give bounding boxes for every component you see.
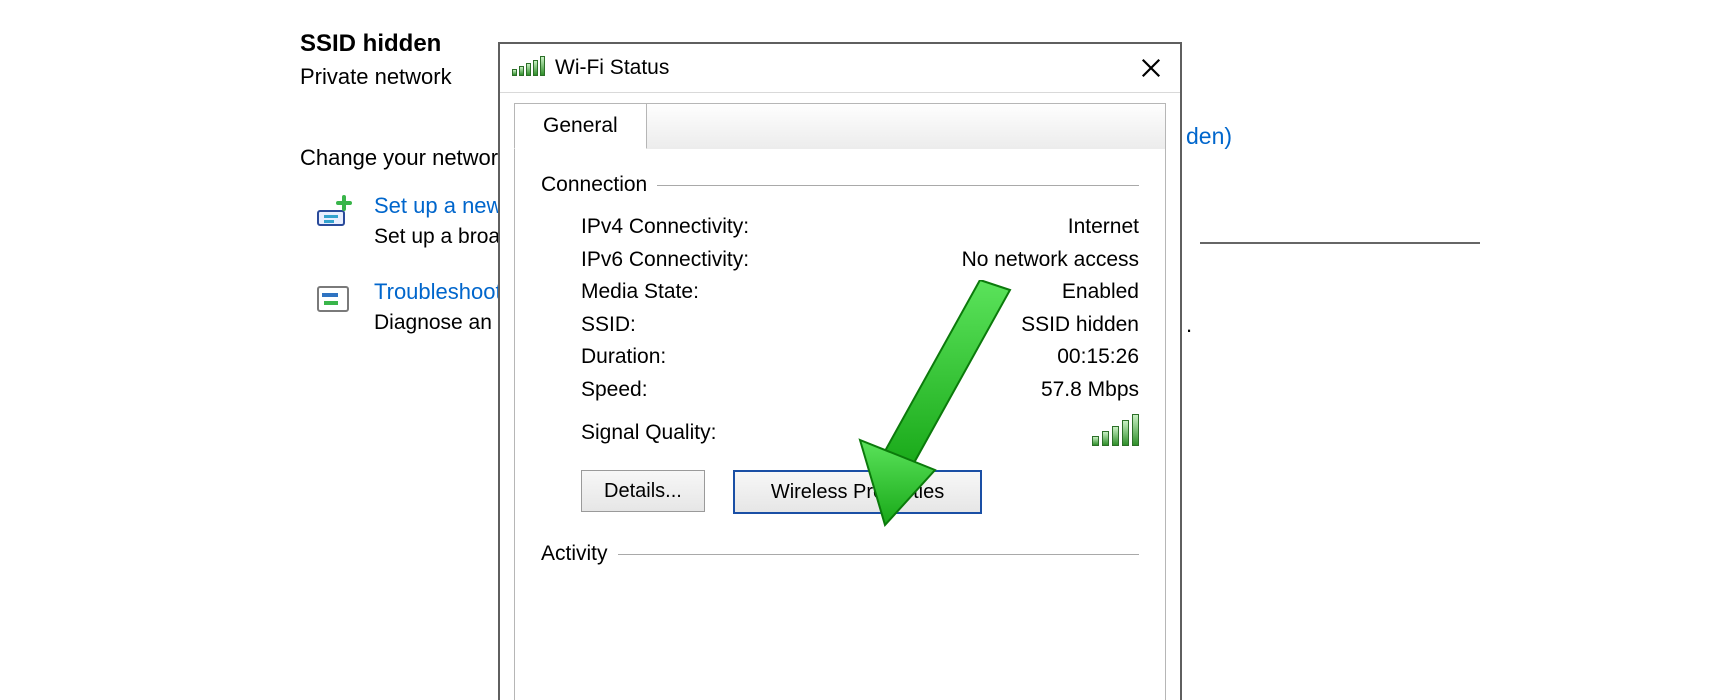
value-ipv4: Internet [1068, 211, 1139, 244]
group-connection-label: Connection [541, 173, 657, 197]
connections-link-tail[interactable]: den) [1186, 123, 1232, 150]
tab-general[interactable]: General [514, 103, 647, 149]
row-speed: Speed: 57.8 Mbps [541, 374, 1139, 407]
troubleshoot-desc: Diagnose an [374, 309, 502, 336]
value-media-state: Enabled [1062, 276, 1139, 309]
dialog-titlebar[interactable]: Wi-Fi Status [500, 44, 1180, 93]
label-ssid: SSID: [581, 309, 636, 342]
tab-strip: General [514, 103, 1166, 149]
value-duration: 00:15:26 [1057, 341, 1139, 374]
row-ipv6: IPv6 Connectivity: No network access [541, 244, 1139, 277]
value-speed: 57.8 Mbps [1041, 374, 1139, 407]
background-divider [1200, 242, 1480, 244]
setup-connection-icon [314, 195, 356, 236]
label-duration: Duration: [581, 341, 666, 374]
group-activity: Activity [541, 542, 1139, 566]
row-ssid: SSID: SSID hidden [541, 309, 1139, 342]
dialog-title: Wi-Fi Status [555, 56, 1124, 80]
background-text-tail: . [1186, 312, 1192, 338]
row-duration: Duration: 00:15:26 [541, 341, 1139, 374]
wifi-status-dialog: Wi-Fi Status General Connection IPv4 Con… [498, 42, 1182, 700]
label-ipv4: IPv4 Connectivity: [581, 211, 749, 244]
setup-connection-desc: Set up a broa [374, 223, 502, 250]
row-signal-quality: Signal Quality: [541, 414, 1139, 452]
row-media-state: Media State: Enabled [541, 276, 1139, 309]
group-connection: Connection [541, 173, 1139, 197]
signal-quality-indicator [1092, 414, 1139, 452]
details-button[interactable]: Details... [581, 470, 705, 512]
dialog-body: Connection IPv4 Connectivity: Internet I… [514, 149, 1166, 700]
label-signal-quality: Signal Quality: [581, 421, 716, 445]
group-activity-label: Activity [541, 542, 618, 566]
setup-connection-link[interactable]: Set up a new [374, 193, 502, 219]
close-icon [1140, 57, 1162, 79]
wireless-properties-button[interactable]: Wireless Properties [733, 470, 982, 514]
value-ssid: SSID hidden [1021, 309, 1139, 342]
troubleshoot-link[interactable]: Troubleshoot [374, 279, 502, 305]
row-ipv4: IPv4 Connectivity: Internet [541, 211, 1139, 244]
value-ipv6: No network access [962, 244, 1139, 277]
label-speed: Speed: [581, 374, 648, 407]
troubleshoot-icon [314, 281, 356, 322]
wifi-signal-icon [512, 56, 545, 81]
label-ipv6: IPv6 Connectivity: [581, 244, 749, 277]
label-media-state: Media State: [581, 276, 699, 309]
close-button[interactable] [1124, 44, 1178, 92]
